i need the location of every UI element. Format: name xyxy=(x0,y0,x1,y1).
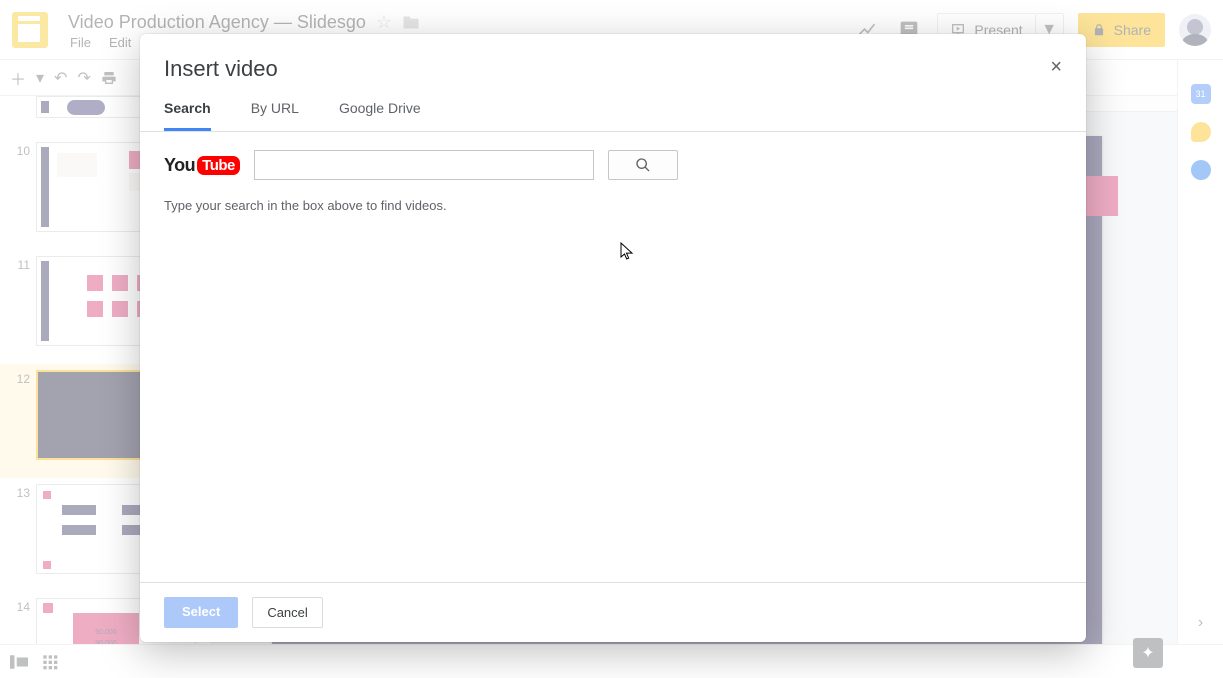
close-icon[interactable]: × xyxy=(1050,56,1062,79)
cancel-button[interactable]: Cancel xyxy=(252,597,322,628)
search-hint: Type your search in the box above to fin… xyxy=(164,198,1062,213)
youtube-logo-text-you: You xyxy=(164,155,195,176)
tab-google-drive[interactable]: Google Drive xyxy=(339,100,421,131)
youtube-logo-text-tube: Tube xyxy=(197,156,240,175)
youtube-logo-icon: YouTube xyxy=(164,155,240,176)
dialog-title: Insert video xyxy=(164,56,278,82)
video-search-input[interactable] xyxy=(254,150,594,180)
dialog-tabs: Search By URL Google Drive xyxy=(140,90,1086,132)
select-button[interactable]: Select xyxy=(164,597,238,628)
tab-by-url[interactable]: By URL xyxy=(251,100,299,131)
search-button[interactable] xyxy=(608,150,678,180)
tab-search[interactable]: Search xyxy=(164,100,211,131)
insert-video-dialog: Insert video × Search By URL Google Driv… xyxy=(140,34,1086,642)
search-icon xyxy=(635,157,651,173)
